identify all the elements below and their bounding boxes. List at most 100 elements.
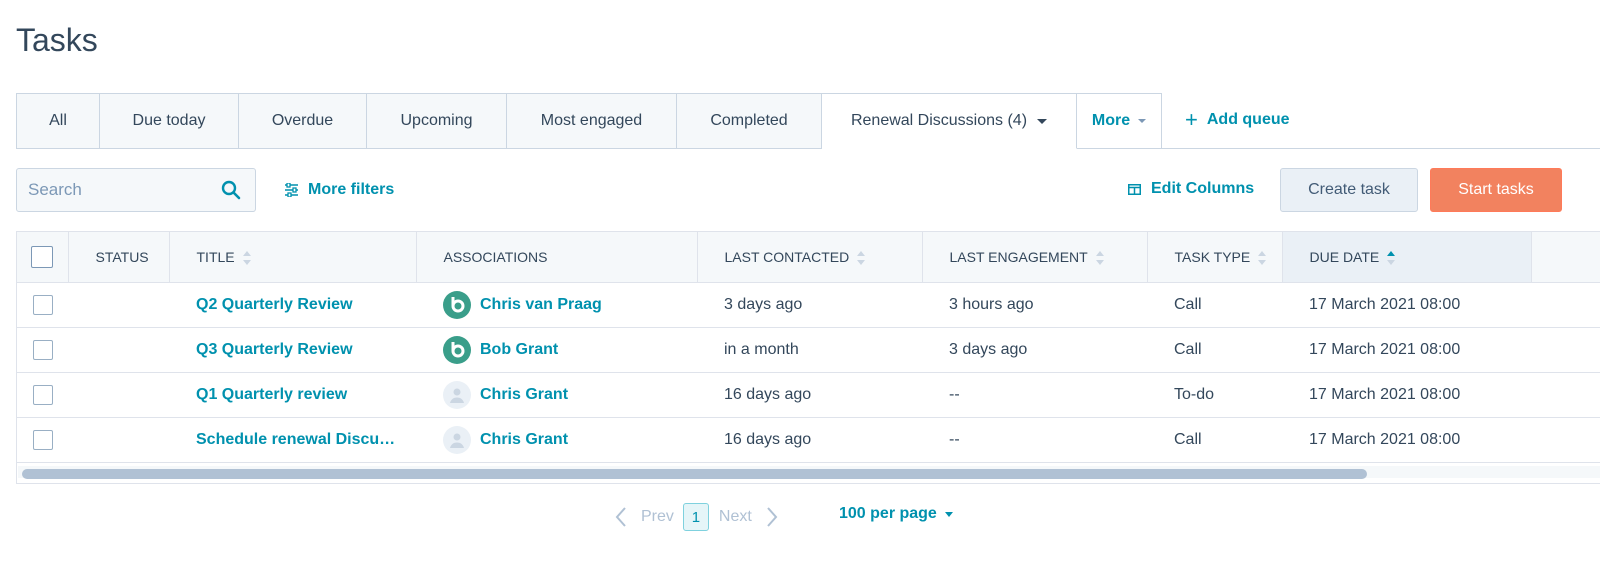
association-cell: Chris Grant [416, 372, 697, 418]
person-avatar-icon [443, 425, 471, 454]
table-row[interactable]: Q2 Quarterly Review Chris van Praag 3 da… [17, 282, 1600, 328]
tab-label: Upcoming [400, 112, 473, 129]
tab-most-engaged[interactable]: Most engaged [507, 93, 677, 149]
row-select-cell [17, 372, 68, 418]
header-label: TASK TYPE [1174, 248, 1251, 265]
person-avatar-icon [443, 380, 471, 409]
row-checkbox[interactable] [32, 339, 53, 360]
edit-columns-label: Edit Columns [1151, 180, 1255, 197]
next-page-button[interactable]: Next [719, 506, 778, 528]
column-header-last-contacted[interactable]: LAST CONTACTED [697, 232, 923, 283]
row-checkbox[interactable] [32, 384, 53, 405]
header-label: STATUS [95, 248, 149, 265]
last-contacted-cell: in a month [697, 327, 922, 373]
more-filters-label: More filters [308, 181, 395, 198]
association-link[interactable]: Chris Grant [480, 431, 568, 449]
column-header-last-engagement[interactable]: LAST ENGAGEMENT [922, 232, 1148, 283]
empty-cell [1531, 282, 1600, 328]
association-cell: Chris Grant [416, 417, 697, 463]
per-page-dropdown[interactable]: 100 per page [839, 505, 953, 523]
company-logo-icon [443, 335, 471, 364]
create-task-button[interactable]: Create task [1280, 168, 1418, 212]
column-header-next [1531, 232, 1600, 283]
page-title: Tasks [16, 22, 98, 58]
status-cell [68, 327, 169, 373]
start-tasks-button[interactable]: Start tasks [1430, 168, 1562, 212]
last-engagement-cell: -- [922, 417, 1147, 463]
due-date-cell: 17 March 2021 08:00 [1282, 372, 1531, 418]
more-filters-button[interactable]: More filters [284, 178, 394, 202]
empty-cell [1531, 327, 1600, 373]
task-type-cell: Call [1147, 282, 1282, 328]
tab-label: Due today [132, 112, 206, 129]
table-row[interactable]: Q3 Quarterly Review Bob Grant in a month… [17, 327, 1600, 373]
search-box [16, 168, 256, 212]
table-row[interactable]: Schedule renewal Discu… Chris Grant 16 d… [17, 417, 1600, 463]
sort-icon[interactable] [1095, 250, 1104, 265]
association-link[interactable]: Bob Grant [480, 341, 558, 359]
add-queue-button[interactable]: + Add queue [1185, 108, 1290, 132]
current-page[interactable]: 1 [682, 503, 709, 531]
queue-tabs: All Due today Overdue Upcoming Most enga… [16, 93, 1162, 149]
tab-due-today[interactable]: Due today [100, 93, 239, 149]
prev-page-button[interactable]: Prev [615, 506, 674, 528]
column-header-task-type[interactable]: TASK TYPE [1147, 232, 1283, 283]
column-header-associations: ASSOCIATIONS [416, 232, 698, 283]
tab-label: Renewal Discussions (4) [850, 112, 1028, 129]
due-date-cell: 17 March 2021 08:00 [1282, 282, 1531, 328]
tab-more[interactable]: More [1077, 93, 1162, 149]
search-input[interactable] [17, 180, 207, 200]
last-engagement-cell: 3 days ago [922, 327, 1147, 373]
tab-upcoming[interactable]: Upcoming [367, 93, 507, 149]
tab-label: More [1091, 112, 1131, 129]
company-logo-icon [443, 290, 471, 319]
sort-icon[interactable] [242, 250, 251, 265]
plus-icon: + [1185, 107, 1198, 132]
row-checkbox[interactable] [32, 294, 53, 315]
task-title-link[interactable]: Q1 Quarterly review [169, 372, 416, 418]
task-title-link[interactable]: Q2 Quarterly Review [169, 282, 416, 328]
table-row[interactable]: Q1 Quarterly review Chris Grant 16 days … [17, 372, 1600, 418]
search-icon[interactable] [221, 180, 241, 200]
sort-icon[interactable] [857, 250, 866, 265]
association-cell: Chris van Praag [416, 282, 697, 328]
tab-label: Overdue [271, 112, 334, 129]
last-contacted-cell: 16 days ago [697, 417, 922, 463]
status-cell [68, 372, 169, 418]
tab-overdue[interactable]: Overdue [239, 93, 367, 149]
row-checkbox[interactable] [32, 429, 53, 450]
caret-down-icon [1037, 118, 1048, 124]
caret-down-icon [944, 511, 953, 517]
column-header-due-date[interactable]: DUE DATE [1282, 232, 1532, 283]
task-title-link[interactable]: Q3 Quarterly Review [169, 327, 416, 373]
table-header-row: STATUS TITLE ASSOCIATIONS LAST CONTACTED… [17, 232, 1600, 283]
select-all-checkbox[interactable] [31, 245, 54, 268]
tab-all[interactable]: All [16, 93, 100, 149]
tab-renewal-discussions[interactable]: Renewal Discussions (4) [822, 93, 1077, 149]
last-engagement-cell: -- [922, 372, 1147, 418]
task-title-link[interactable]: Schedule renewal Discu… [169, 417, 416, 463]
association-link[interactable]: Chris van Praag [480, 296, 602, 314]
due-date-cell: 17 March 2021 08:00 [1282, 327, 1531, 373]
tab-label: Most engaged [540, 112, 643, 129]
columns-icon [1128, 183, 1141, 195]
due-date-cell: 17 March 2021 08:00 [1282, 417, 1531, 463]
chevron-left-icon [615, 507, 626, 527]
per-page-label: 100 per page [839, 505, 937, 522]
empty-cell [1531, 372, 1600, 418]
column-header-title[interactable]: TITLE [169, 232, 417, 283]
add-queue-label: Add queue [1206, 111, 1290, 128]
edit-columns-button[interactable]: Edit Columns [1128, 177, 1254, 201]
empty-cell [1531, 417, 1600, 463]
horizontal-scrollbar-thumb[interactable] [22, 469, 1367, 479]
status-cell [68, 417, 169, 463]
last-contacted-cell: 3 days ago [697, 282, 922, 328]
tasks-table: STATUS TITLE ASSOCIATIONS LAST CONTACTED… [16, 231, 1600, 484]
association-link[interactable]: Chris Grant [480, 386, 568, 404]
header-label: ASSOCIATIONS [443, 248, 548, 265]
tab-label: All [49, 112, 67, 129]
task-type-cell: Call [1147, 417, 1282, 463]
tab-completed[interactable]: Completed [677, 93, 822, 149]
sort-icon[interactable] [1258, 250, 1267, 265]
sort-ascending-icon[interactable] [1387, 250, 1396, 265]
